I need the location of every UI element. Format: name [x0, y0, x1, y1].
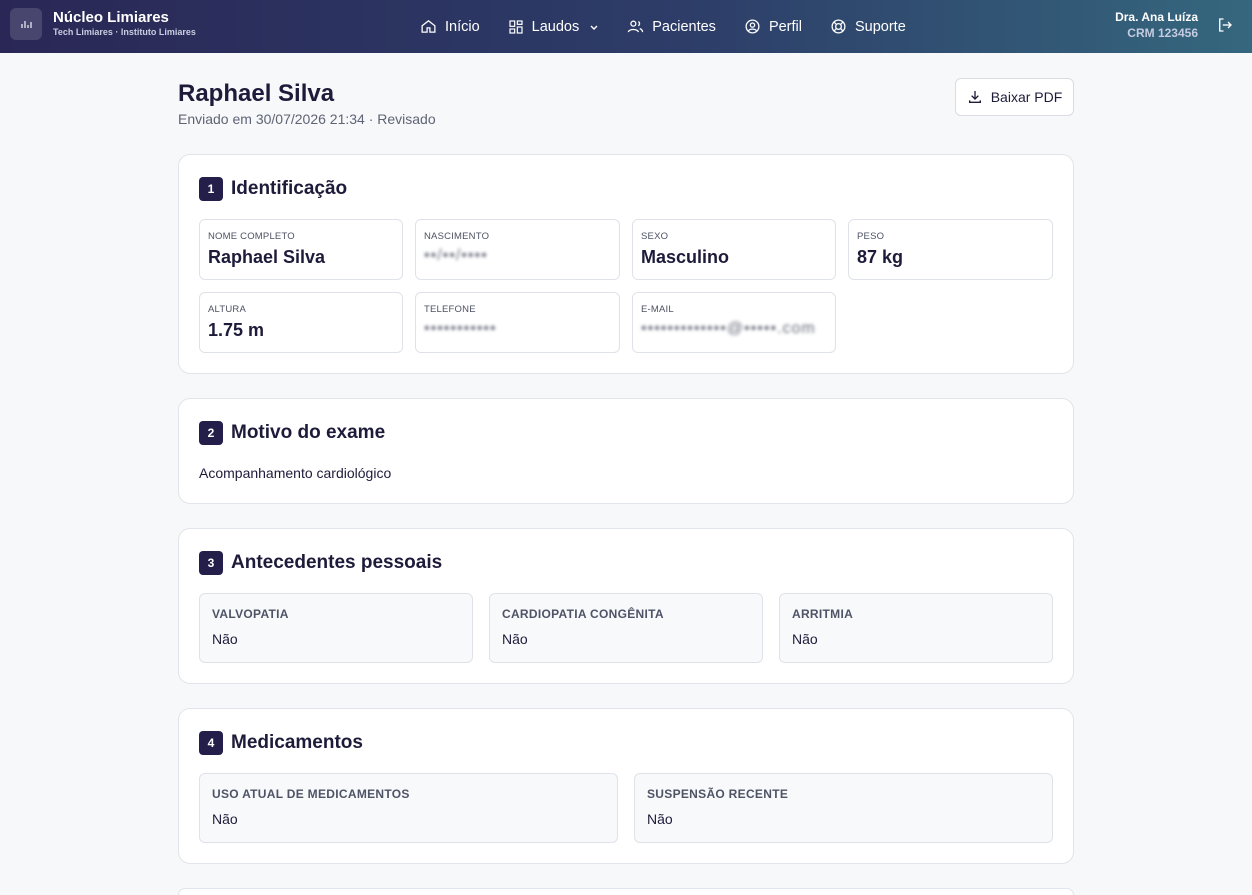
- logout-icon[interactable]: [1216, 16, 1234, 39]
- sub-value: Não: [792, 631, 818, 647]
- lifebuoy-icon: [831, 19, 846, 34]
- nav-label-perfil: Perfil: [768, 18, 802, 35]
- section-title: Identificação: [231, 178, 348, 199]
- antecedente-valvopatia: VALVOPATIA Não: [199, 593, 473, 663]
- nav-item-laudos[interactable]: Laudos: [508, 19, 600, 35]
- sub-value: Não: [502, 631, 528, 647]
- nav-label-laudos: Laudos: [531, 18, 580, 35]
- section-number-badge: 3: [199, 551, 223, 575]
- section-number-badge: 1: [199, 177, 223, 201]
- main-nav: Início Laudos Pacientes Perfil Suporte: [420, 0, 934, 53]
- page-title: Raphael Silva: [178, 80, 335, 107]
- section-motivo: 2 Motivo do exame Acompanhamento cardiol…: [178, 398, 1074, 504]
- user-crm: CRM 123456: [1127, 26, 1198, 40]
- nav-item-pacientes[interactable]: Pacientes: [627, 18, 716, 35]
- nav-label-suporte: Suporte: [854, 18, 906, 35]
- brand-subtitle: Tech Limiares · Instituto Limiares: [53, 27, 196, 37]
- section-medicamentos: 4 Medicamentos USO ATUAL DE MEDICAMENTOS…: [178, 708, 1074, 864]
- section-number-badge: 2: [199, 421, 223, 445]
- section-identificacao: 1 Identificação NOME COMPLETO Raphael Si…: [178, 154, 1074, 374]
- sub-value: Não: [647, 811, 673, 827]
- sub-label: USO ATUAL DE MEDICAMENTOS: [212, 787, 410, 801]
- field-label: PESO: [857, 231, 885, 242]
- field-label: E-MAIL: [641, 304, 674, 315]
- sub-label: CARDIOPATIA CONGÊNITA: [502, 607, 664, 621]
- sub-label: SUSPENSÃO RECENTE: [647, 787, 789, 801]
- logo-icon: [10, 8, 42, 40]
- field-altura: ALTURA 1.75 m: [199, 292, 403, 353]
- antecedente-arritmia: ARRITMIA Não: [779, 593, 1053, 663]
- field-email: E-MAIL •••••••••••••@•••••.com: [632, 292, 836, 353]
- field-label: NOME COMPLETO: [208, 231, 295, 242]
- section-title: Motivo do exame: [231, 422, 386, 443]
- home-icon: [421, 20, 436, 33]
- field-nascimento: NASCIMENTO ••/••/••••: [415, 219, 620, 280]
- section-title: Medicamentos: [231, 732, 363, 753]
- section-antecedentes: 3 Antecedentes pessoais VALVOPATIA Não C…: [178, 528, 1074, 684]
- download-pdf-label: Baixar PDF: [990, 89, 1063, 105]
- page-meta: Enviado em 30/07/2026 21:34 · Revisado: [178, 111, 436, 127]
- download-icon: [968, 91, 981, 103]
- top-navigation-bar: Núcleo Limiares Tech Limiares · Institut…: [0, 0, 1252, 53]
- chevron-down-icon[interactable]: [589, 22, 599, 32]
- sub-value: Não: [212, 811, 238, 827]
- field-label: NASCIMENTO: [424, 231, 490, 242]
- field-label: SEXO: [641, 231, 669, 242]
- field-nome-completo: NOME COMPLETO Raphael Silva: [199, 219, 403, 280]
- user-circle-icon: [745, 19, 760, 34]
- motivo-text: Acompanhamento cardiológico: [199, 465, 392, 481]
- field-value: Raphael Silva: [208, 247, 326, 267]
- users-icon: [628, 20, 644, 33]
- nav-item-suporte[interactable]: Suporte: [830, 18, 906, 35]
- section-title: Antecedentes pessoais: [231, 552, 443, 573]
- download-pdf-button[interactable]: Baixar PDF: [955, 78, 1074, 116]
- field-value: Masculino: [641, 247, 730, 267]
- section-number-badge: 4: [199, 731, 223, 755]
- field-sexo: SEXO Masculino: [632, 219, 836, 280]
- grid-icon: [509, 19, 523, 34]
- sub-value: Não: [212, 631, 238, 647]
- antecedente-cardiopatia-congenita: CARDIOPATIA CONGÊNITA Não: [489, 593, 763, 663]
- field-telefone: TELEFONE •••••••••••: [415, 292, 620, 353]
- sub-label: ARRITMIA: [792, 607, 854, 621]
- field-peso: PESO 87 kg: [848, 219, 1053, 280]
- nav-item-perfil[interactable]: Perfil: [744, 18, 802, 35]
- section-next-partial: [178, 888, 1074, 895]
- nav-label-inicio: Início: [445, 18, 480, 35]
- field-value-redacted: •••••••••••: [424, 320, 497, 337]
- medicamento-uso-atual: USO ATUAL DE MEDICAMENTOS Não: [199, 773, 618, 843]
- field-label: TELEFONE: [424, 304, 476, 315]
- field-value: 87 kg: [857, 247, 904, 267]
- field-value-redacted: ••/••/••••: [424, 247, 488, 264]
- field-value: 1.75 m: [208, 320, 265, 340]
- user-name: Dra. Ana Luíza: [1115, 10, 1198, 24]
- sub-label: VALVOPATIA: [212, 607, 289, 621]
- field-label: ALTURA: [208, 304, 246, 315]
- brand-name: Núcleo Limiares: [53, 9, 169, 26]
- nav-label-pacientes: Pacientes: [652, 18, 716, 35]
- medicamento-suspensao-recente: SUSPENSÃO RECENTE Não: [634, 773, 1053, 843]
- user-info[interactable]: Dra. Ana Luíza CRM 123456: [1115, 10, 1198, 41]
- field-value-redacted: •••••••••••••@•••••.com: [641, 320, 816, 337]
- brand[interactable]: Núcleo Limiares Tech Limiares · Institut…: [10, 8, 196, 40]
- nav-item-inicio[interactable]: Início: [420, 18, 480, 35]
